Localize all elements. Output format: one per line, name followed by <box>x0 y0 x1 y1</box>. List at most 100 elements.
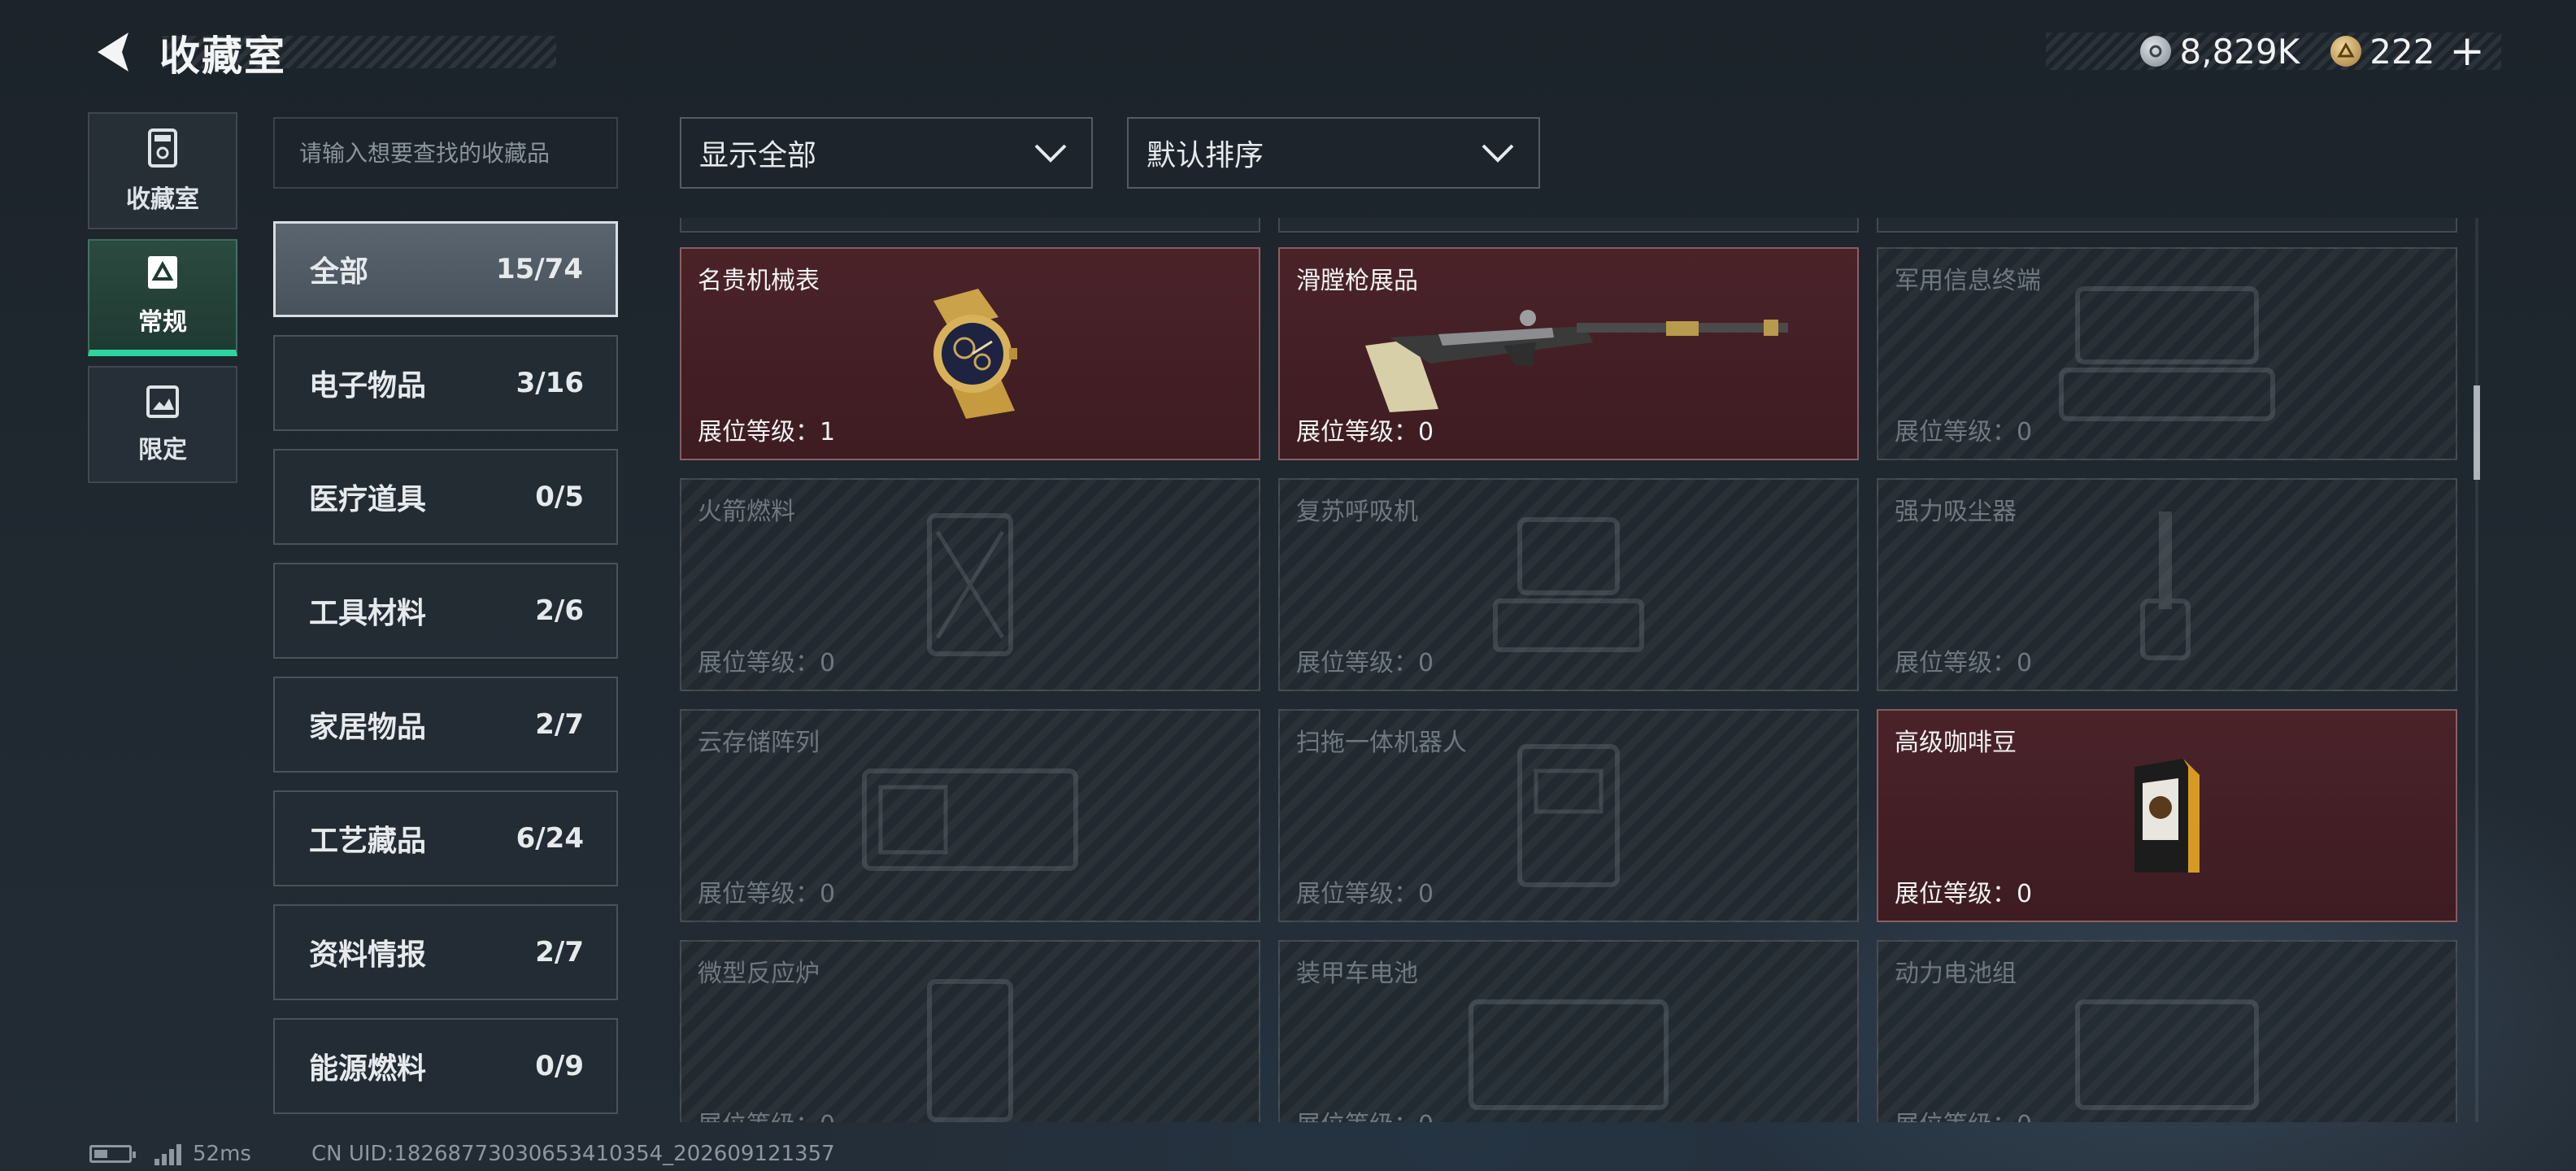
collection-card[interactable]: 扫拖一体机器人 展位等级：0 <box>1278 709 1859 922</box>
gold-currency: 222 <box>2330 32 2435 72</box>
coffee-bag-icon <box>2134 759 2200 873</box>
page-title-wrap: 收藏室 <box>159 23 286 83</box>
item-name: 装甲车电池 <box>1296 960 1418 988</box>
add-currency-button[interactable]: + <box>2449 27 2485 76</box>
robot-icon <box>1517 744 1620 887</box>
chevron-down-icon <box>1034 144 1067 163</box>
category-name: 能源燃料 <box>309 1052 427 1086</box>
item-name: 军用信息终端 <box>1895 267 2041 295</box>
category-name: 医疗道具 <box>309 483 427 516</box>
gold-coin-icon <box>2330 36 2362 67</box>
status-bar: 52ms CN UID:18268773030653410354_2026091… <box>89 1142 835 1166</box>
silver-coin-icon <box>2140 36 2172 67</box>
item-level: 展位等级：0 <box>1895 880 2033 908</box>
uid-text: CN UID:18268773030653410354_202609121357 <box>311 1142 835 1166</box>
category-count: 2/6 <box>535 594 584 627</box>
category-count: 3/16 <box>516 367 584 399</box>
item-level: 展位等级：0 <box>1296 880 1434 908</box>
collection-card[interactable]: 复苏呼吸机 展位等级：0 <box>1278 478 1859 691</box>
category-household[interactable]: 家居物品 2/7 <box>273 677 618 773</box>
side-nav-regular[interactable]: 常规 <box>88 239 237 356</box>
collection-card[interactable]: 强力吸尘器 展位等级：0 <box>1877 478 2457 691</box>
category-crafts[interactable]: 工艺藏品 6/24 <box>273 790 618 886</box>
page-title: 收藏室 <box>159 33 286 80</box>
item-level: 展位等级：0 <box>1895 1104 2032 1122</box>
category-count: 2/7 <box>535 708 584 741</box>
category-name: 家居物品 <box>309 711 427 744</box>
category-name: 资料情报 <box>309 938 427 972</box>
gold-amount: 222 <box>2369 31 2435 72</box>
collection-card[interactable]: 微型反应炉 展位等级：0 <box>680 940 1260 1122</box>
warning-card-icon <box>148 256 177 289</box>
display-filter-value: 显示全部 <box>699 139 817 172</box>
card-stub <box>1877 218 2457 233</box>
side-nav-label: 收藏室 <box>126 185 199 214</box>
item-name: 高级咖啡豆 <box>1895 729 2017 757</box>
silver-currency: 8,829K <box>2140 32 2300 72</box>
item-level: 展位等级：0 <box>698 1104 835 1122</box>
collection-card[interactable]: 动力电池组 展位等级：0 <box>1877 940 2457 1122</box>
category-name: 工艺藏品 <box>309 825 427 858</box>
item-name: 强力吸尘器 <box>1895 498 2017 526</box>
collection-card[interactable]: 装甲车电池 展位等级：0 <box>1278 940 1859 1122</box>
silver-amount: 8,829K <box>2179 31 2300 72</box>
musket-icon <box>1365 310 1788 412</box>
chevron-down-icon <box>1482 144 1514 163</box>
side-nav-label: 限定 <box>138 436 187 464</box>
card-stub <box>1278 218 1859 233</box>
grid-scrollbar-thumb[interactable] <box>2474 385 2480 480</box>
reactor-icon <box>927 979 1013 1122</box>
category-list: 全部 15/74 电子物品 3/16 医疗道具 0/5 工具材料 2/6 家居物… <box>273 221 618 1132</box>
collection-card[interactable]: 名贵机械表 展位等级：1 <box>680 247 1260 460</box>
category-energy[interactable]: 能源燃料 0/9 <box>273 1018 618 1114</box>
category-tools[interactable]: 工具材料 2/6 <box>273 563 618 659</box>
item-level: 展位等级：0 <box>698 880 836 908</box>
collection-card[interactable]: 高级咖啡豆 展位等级：0 <box>1877 709 2457 922</box>
item-name: 微型反应炉 <box>698 960 820 988</box>
battery-icon <box>89 1145 136 1163</box>
item-level: 展位等级：0 <box>698 649 836 677</box>
category-count: 0/9 <box>535 1050 584 1082</box>
back-button[interactable] <box>88 28 137 76</box>
item-name: 云存储阵列 <box>698 729 820 757</box>
item-name: 动力电池组 <box>1895 960 2017 988</box>
previous-row-stubs <box>680 218 2457 233</box>
category-count: 2/7 <box>535 936 584 969</box>
collection-card[interactable]: 火箭燃料 展位等级：0 <box>680 478 1260 691</box>
grid-scrollbar-track <box>2475 218 2478 1122</box>
category-count: 0/5 <box>535 481 584 513</box>
category-intel[interactable]: 资料情报 2/7 <box>273 904 618 1000</box>
ventilator-icon <box>1493 517 1644 652</box>
collection-card[interactable]: 滑膛枪展品 展位等级：0 <box>1278 247 1859 460</box>
item-level: 展位等级：0 <box>1895 418 2033 446</box>
sort-dropdown[interactable]: 默认排序 <box>1127 117 1540 189</box>
item-name: 扫拖一体机器人 <box>1296 729 1467 757</box>
side-nav-limited[interactable]: 限定 <box>88 366 237 483</box>
category-medical[interactable]: 医疗道具 0/5 <box>273 449 618 545</box>
category-count: 15/74 <box>495 253 583 285</box>
display-filter-dropdown[interactable]: 显示全部 <box>680 117 1093 189</box>
back-arrow-icon <box>98 33 128 72</box>
item-name: 名贵机械表 <box>698 267 820 295</box>
vacuum-icon <box>2140 511 2191 660</box>
watch-icon <box>933 289 1017 419</box>
collection-grid-area[interactable]: 名贵机械表 展位等级：1 滑膛枪展品 展位等级：0 军用信息终端 展位等级：0 … <box>680 218 2461 1122</box>
collection-card[interactable]: 军用信息终端 展位等级：0 <box>1877 247 2457 460</box>
side-nav-collection[interactable]: 收藏室 <box>88 112 237 229</box>
item-name: 火箭燃料 <box>698 498 795 526</box>
side-nav: 收藏室 常规 限定 <box>88 112 237 493</box>
fuel-canister-icon <box>927 513 1013 656</box>
archive-icon <box>148 128 177 168</box>
category-count: 6/24 <box>516 822 584 855</box>
search-box <box>273 117 618 189</box>
signal-icon <box>154 1143 181 1165</box>
item-level: 展位等级：1 <box>698 418 836 446</box>
category-all[interactable]: 全部 15/74 <box>273 221 618 317</box>
card-stub <box>680 218 1260 233</box>
search-input[interactable] <box>299 139 616 167</box>
category-name: 电子物品 <box>309 369 427 403</box>
collection-card[interactable]: 云存储阵列 展位等级：0 <box>680 709 1260 922</box>
item-level: 展位等级：0 <box>1895 649 2033 677</box>
image-card-icon <box>146 385 179 418</box>
category-electronics[interactable]: 电子物品 3/16 <box>273 335 618 431</box>
